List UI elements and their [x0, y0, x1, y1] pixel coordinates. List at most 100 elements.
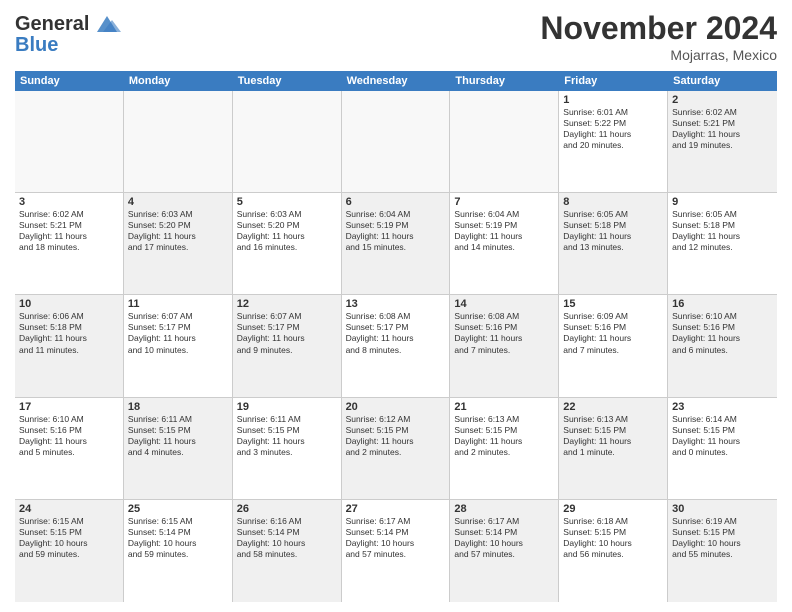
day-content: Sunrise: 6:02 AM Sunset: 5:21 PM Dayligh… [19, 209, 119, 253]
calendar-cell: 19Sunrise: 6:11 AM Sunset: 5:15 PM Dayli… [233, 398, 342, 499]
day-content: Sunrise: 6:17 AM Sunset: 5:14 PM Dayligh… [346, 516, 446, 560]
calendar-cell: 15Sunrise: 6:09 AM Sunset: 5:16 PM Dayli… [559, 295, 668, 396]
calendar-cell: 26Sunrise: 6:16 AM Sunset: 5:14 PM Dayli… [233, 500, 342, 602]
day-content: Sunrise: 6:07 AM Sunset: 5:17 PM Dayligh… [237, 311, 337, 355]
day-content: Sunrise: 6:10 AM Sunset: 5:16 PM Dayligh… [19, 414, 119, 458]
calendar-cell: 20Sunrise: 6:12 AM Sunset: 5:15 PM Dayli… [342, 398, 451, 499]
day-number: 23 [672, 401, 773, 413]
calendar-cell: 9Sunrise: 6:05 AM Sunset: 5:18 PM Daylig… [668, 193, 777, 294]
day-content: Sunrise: 6:03 AM Sunset: 5:20 PM Dayligh… [237, 209, 337, 253]
day-number: 4 [128, 196, 228, 208]
day-content: Sunrise: 6:04 AM Sunset: 5:19 PM Dayligh… [454, 209, 554, 253]
calendar-body: 1Sunrise: 6:01 AM Sunset: 5:22 PM Daylig… [15, 91, 777, 602]
calendar-cell: 11Sunrise: 6:07 AM Sunset: 5:17 PM Dayli… [124, 295, 233, 396]
day-number: 16 [672, 298, 773, 310]
day-number: 19 [237, 401, 337, 413]
header-monday: Monday [124, 71, 233, 91]
day-number: 28 [454, 503, 554, 515]
day-content: Sunrise: 6:09 AM Sunset: 5:16 PM Dayligh… [563, 311, 663, 355]
calendar-cell: 25Sunrise: 6:15 AM Sunset: 5:14 PM Dayli… [124, 500, 233, 602]
day-number: 25 [128, 503, 228, 515]
calendar-cell: 23Sunrise: 6:14 AM Sunset: 5:15 PM Dayli… [668, 398, 777, 499]
day-number: 17 [19, 401, 119, 413]
day-number: 27 [346, 503, 446, 515]
day-content: Sunrise: 6:13 AM Sunset: 5:15 PM Dayligh… [454, 414, 554, 458]
calendar-cell: 18Sunrise: 6:11 AM Sunset: 5:15 PM Dayli… [124, 398, 233, 499]
calendar-cell: 30Sunrise: 6:19 AM Sunset: 5:15 PM Dayli… [668, 500, 777, 602]
day-number: 21 [454, 401, 554, 413]
header-friday: Friday [559, 71, 668, 91]
day-content: Sunrise: 6:01 AM Sunset: 5:22 PM Dayligh… [563, 107, 663, 151]
header-saturday: Saturday [668, 71, 777, 91]
logo-general: General [15, 13, 89, 36]
calendar-week-4: 17Sunrise: 6:10 AM Sunset: 5:16 PM Dayli… [15, 398, 777, 500]
day-number: 18 [128, 401, 228, 413]
day-content: Sunrise: 6:04 AM Sunset: 5:19 PM Dayligh… [346, 209, 446, 253]
calendar-cell [124, 91, 233, 192]
calendar-cell: 28Sunrise: 6:17 AM Sunset: 5:14 PM Dayli… [450, 500, 559, 602]
day-number: 30 [672, 503, 773, 515]
page: General Blue November 2024 Mojarras, Mex… [0, 0, 792, 612]
day-number: 14 [454, 298, 554, 310]
day-content: Sunrise: 6:06 AM Sunset: 5:18 PM Dayligh… [19, 311, 119, 355]
day-content: Sunrise: 6:05 AM Sunset: 5:18 PM Dayligh… [672, 209, 773, 253]
day-content: Sunrise: 6:16 AM Sunset: 5:14 PM Dayligh… [237, 516, 337, 560]
calendar-cell [450, 91, 559, 192]
day-number: 13 [346, 298, 446, 310]
calendar-cell: 5Sunrise: 6:03 AM Sunset: 5:20 PM Daylig… [233, 193, 342, 294]
calendar-cell: 14Sunrise: 6:08 AM Sunset: 5:16 PM Dayli… [450, 295, 559, 396]
calendar-cell: 8Sunrise: 6:05 AM Sunset: 5:18 PM Daylig… [559, 193, 668, 294]
day-content: Sunrise: 6:15 AM Sunset: 5:15 PM Dayligh… [19, 516, 119, 560]
calendar-cell: 6Sunrise: 6:04 AM Sunset: 5:19 PM Daylig… [342, 193, 451, 294]
day-content: Sunrise: 6:19 AM Sunset: 5:15 PM Dayligh… [672, 516, 773, 560]
calendar-cell: 17Sunrise: 6:10 AM Sunset: 5:16 PM Dayli… [15, 398, 124, 499]
calendar-cell [342, 91, 451, 192]
title-area: November 2024 Mojarras, Mexico [540, 10, 777, 63]
calendar-cell: 4Sunrise: 6:03 AM Sunset: 5:20 PM Daylig… [124, 193, 233, 294]
calendar-week-1: 1Sunrise: 6:01 AM Sunset: 5:22 PM Daylig… [15, 91, 777, 193]
calendar-header: Sunday Monday Tuesday Wednesday Thursday… [15, 71, 777, 91]
calendar-cell: 29Sunrise: 6:18 AM Sunset: 5:15 PM Dayli… [559, 500, 668, 602]
calendar-cell: 12Sunrise: 6:07 AM Sunset: 5:17 PM Dayli… [233, 295, 342, 396]
day-content: Sunrise: 6:03 AM Sunset: 5:20 PM Dayligh… [128, 209, 228, 253]
day-content: Sunrise: 6:13 AM Sunset: 5:15 PM Dayligh… [563, 414, 663, 458]
day-content: Sunrise: 6:05 AM Sunset: 5:18 PM Dayligh… [563, 209, 663, 253]
calendar-cell: 10Sunrise: 6:06 AM Sunset: 5:18 PM Dayli… [15, 295, 124, 396]
day-number: 29 [563, 503, 663, 515]
calendar-cell [233, 91, 342, 192]
day-number: 1 [563, 94, 663, 106]
day-content: Sunrise: 6:14 AM Sunset: 5:15 PM Dayligh… [672, 414, 773, 458]
day-content: Sunrise: 6:02 AM Sunset: 5:21 PM Dayligh… [672, 107, 773, 151]
header: General Blue November 2024 Mojarras, Mex… [15, 10, 777, 63]
calendar-week-2: 3Sunrise: 6:02 AM Sunset: 5:21 PM Daylig… [15, 193, 777, 295]
day-number: 26 [237, 503, 337, 515]
calendar-cell: 13Sunrise: 6:08 AM Sunset: 5:17 PM Dayli… [342, 295, 451, 396]
header-thursday: Thursday [450, 71, 559, 91]
day-content: Sunrise: 6:08 AM Sunset: 5:16 PM Dayligh… [454, 311, 554, 355]
day-number: 22 [563, 401, 663, 413]
calendar-week-5: 24Sunrise: 6:15 AM Sunset: 5:15 PM Dayli… [15, 500, 777, 602]
calendar-week-3: 10Sunrise: 6:06 AM Sunset: 5:18 PM Dayli… [15, 295, 777, 397]
calendar-cell: 2Sunrise: 6:02 AM Sunset: 5:21 PM Daylig… [668, 91, 777, 192]
day-number: 15 [563, 298, 663, 310]
day-content: Sunrise: 6:18 AM Sunset: 5:15 PM Dayligh… [563, 516, 663, 560]
header-sunday: Sunday [15, 71, 124, 91]
day-number: 10 [19, 298, 119, 310]
day-number: 7 [454, 196, 554, 208]
day-number: 12 [237, 298, 337, 310]
day-content: Sunrise: 6:11 AM Sunset: 5:15 PM Dayligh… [237, 414, 337, 458]
calendar-cell: 27Sunrise: 6:17 AM Sunset: 5:14 PM Dayli… [342, 500, 451, 602]
day-content: Sunrise: 6:12 AM Sunset: 5:15 PM Dayligh… [346, 414, 446, 458]
day-number: 9 [672, 196, 773, 208]
day-number: 24 [19, 503, 119, 515]
logo: General Blue [15, 10, 121, 57]
day-content: Sunrise: 6:10 AM Sunset: 5:16 PM Dayligh… [672, 311, 773, 355]
day-content: Sunrise: 6:17 AM Sunset: 5:14 PM Dayligh… [454, 516, 554, 560]
calendar-cell: 21Sunrise: 6:13 AM Sunset: 5:15 PM Dayli… [450, 398, 559, 499]
calendar-cell: 22Sunrise: 6:13 AM Sunset: 5:15 PM Dayli… [559, 398, 668, 499]
day-content: Sunrise: 6:11 AM Sunset: 5:15 PM Dayligh… [128, 414, 228, 458]
header-wednesday: Wednesday [342, 71, 451, 91]
day-number: 2 [672, 94, 773, 106]
day-content: Sunrise: 6:08 AM Sunset: 5:17 PM Dayligh… [346, 311, 446, 355]
location: Mojarras, Mexico [540, 47, 777, 63]
